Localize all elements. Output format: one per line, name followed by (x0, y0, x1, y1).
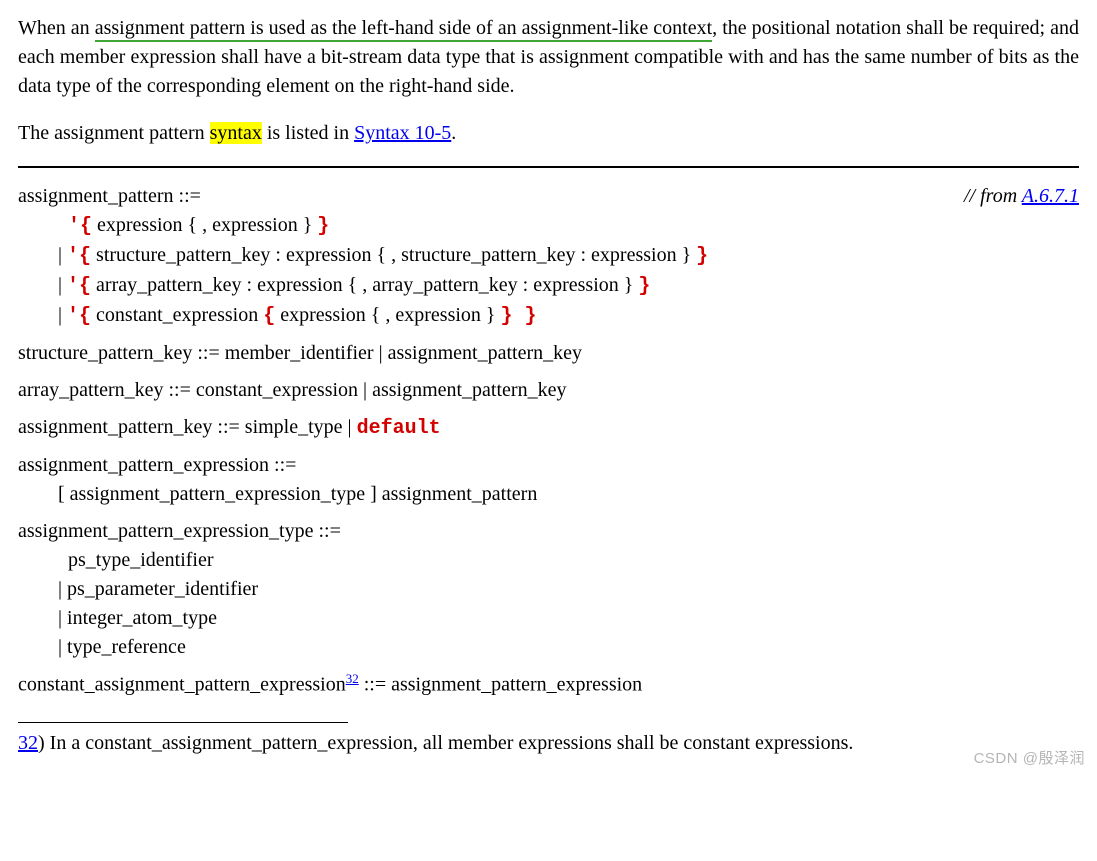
rule-alt1: '{ expression { , expression } } (58, 211, 1079, 241)
footnote-number[interactable]: 32 (18, 732, 38, 754)
kw-open: '{ (67, 275, 91, 298)
rule-assignment-pattern-expression-type: assignment_pattern_expression_type ::= p… (18, 517, 1079, 662)
rule-assignment-pattern: assignment_pattern ::= '{ expression { ,… (18, 182, 1079, 331)
footnote-32: 32) In a constant_assignment_pattern_exp… (18, 729, 1079, 758)
syntax-link[interactable]: Syntax 10-5 (354, 122, 451, 144)
footnote-rule (18, 722, 348, 723)
from-reference: // from A.6.7.1 (964, 182, 1079, 211)
intro-p2-c: . (451, 122, 456, 144)
intro-p2-highlight: syntax (210, 122, 262, 144)
rule-constant-ape: constant_assignment_pattern_expression32… (18, 670, 1079, 700)
from-prefix: // from (964, 185, 1022, 207)
rule-assignment-pattern-key: assignment_pattern_key ::= simple_type |… (18, 413, 1079, 443)
watermark: CSDN @殷泽润 (974, 748, 1085, 770)
syntax-block: // from A.6.7.1 assignment_pattern ::= '… (18, 182, 1079, 700)
intro-paragraph-2: The assignment pattern syntax is listed … (18, 119, 1079, 148)
rule-alt2: '{ structure_pattern_key : expression { … (58, 241, 1079, 271)
rule-head: assignment_pattern ::= (18, 182, 1079, 211)
footnote-ref-32[interactable]: 32 (346, 671, 359, 686)
rule-assignment-pattern-expression: assignment_pattern_expression ::= [ assi… (18, 451, 1079, 509)
top-rule (18, 166, 1079, 168)
kw-close: } (317, 215, 329, 238)
rule-alt4: '{ constant_expression { expression { , … (58, 301, 1079, 331)
intro-p2-b: is listed in (262, 122, 354, 144)
kw-close: } (696, 245, 708, 268)
rule-array-pattern-key: array_pattern_key ::= constant_expressio… (18, 376, 1079, 405)
kw-close: } (638, 275, 650, 298)
rule-alt3: '{ array_pattern_key : expression { , ar… (58, 271, 1079, 301)
intro-text-a: When an (18, 17, 95, 39)
kw-open: '{ (67, 305, 91, 328)
footnote-text: In a constant_assignment_pattern_express… (50, 732, 854, 754)
intro-underlined: assignment pattern is used as the left-h… (95, 17, 712, 42)
intro-paragraph-1: When an assignment pattern is used as th… (18, 14, 1079, 101)
kw-open: '{ (68, 215, 92, 238)
intro-p2-a: The assignment pattern (18, 122, 210, 144)
kw-default: default (357, 417, 441, 440)
kw-open2: { (263, 305, 275, 328)
kw-close: } } (501, 305, 537, 328)
kw-open: '{ (67, 245, 91, 268)
from-link[interactable]: A.6.7.1 (1022, 185, 1079, 207)
rule-structure-pattern-key: structure_pattern_key ::= member_identif… (18, 339, 1079, 368)
